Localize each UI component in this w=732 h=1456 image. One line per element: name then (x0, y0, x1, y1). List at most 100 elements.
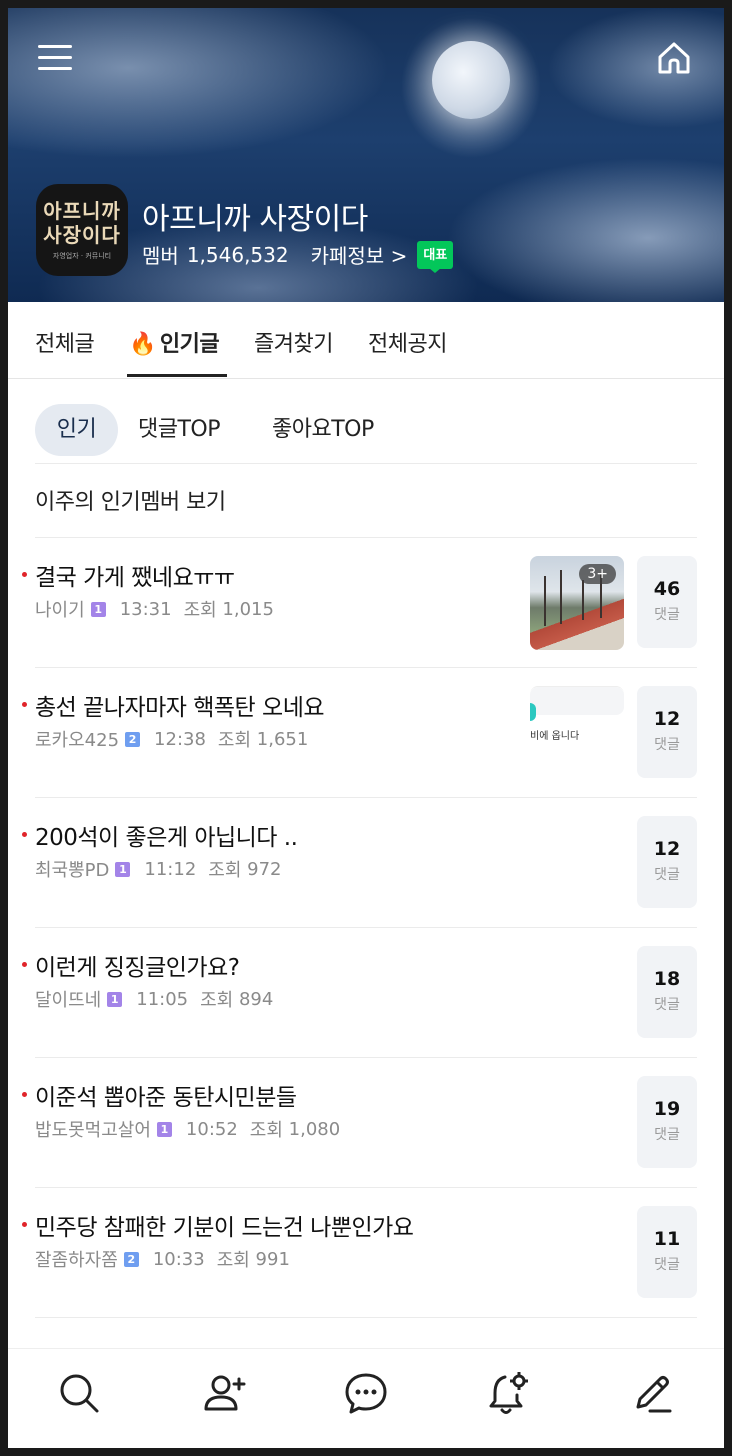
member-label: 멤버 (142, 244, 179, 268)
post-author: 나이기 (35, 600, 85, 621)
post-time: 10:52 (185, 1118, 238, 1140)
app-frame: 아프니까 사장이다 자영업자 · 커뮤니티 아프니까 사장이다 멤버 1,546… (8, 8, 724, 1448)
representative-badge: 대표 (417, 240, 454, 273)
post-meta: 잘좀하자쫌 2 10:33 조회 991 (35, 1246, 290, 1272)
tab-all-posts[interactable]: 전체글 (35, 326, 95, 358)
comment-count-box: 11 댓글 (637, 1206, 697, 1298)
comment-count-box: 46 댓글 (637, 556, 697, 648)
post-title: 200석이 좋은게 아닙니다 .. (35, 825, 298, 851)
post-author: 잘좀하자쫌 (35, 1250, 118, 1271)
moon-background-image (432, 41, 510, 119)
new-dot (22, 832, 27, 837)
post-meta: 밥도못먹고살어 1 10:52 조회 1,080 (35, 1116, 340, 1142)
post-title: 이런게 징징글인가요? (35, 955, 240, 981)
cafe-logo[interactable]: 아프니까 사장이다 자영업자 · 커뮤니티 (36, 184, 128, 276)
comment-label: 댓글 (654, 867, 680, 883)
post-row[interactable]: 200석이 좋은게 아닙니다 .. 최국뽕PD 1 11:12 조회 972 1… (8, 798, 724, 928)
comment-count: 46 (653, 578, 681, 600)
post-author: 로카오425 (35, 730, 120, 751)
divider (35, 463, 697, 464)
new-dot (22, 962, 27, 967)
comment-count: 12 (653, 838, 681, 860)
tab-popular[interactable]: 🔥 인기글 (129, 326, 220, 358)
post-views: 1,080 (288, 1118, 341, 1140)
view-label: 조회 (200, 990, 234, 1011)
chat-button[interactable] (342, 1369, 390, 1417)
pencil-icon (636, 1376, 672, 1413)
filter-popular[interactable]: 인기 (35, 404, 118, 456)
new-dot (22, 572, 27, 577)
view-label: 조회 (208, 860, 242, 881)
add-user-icon (204, 1375, 246, 1411)
home-button[interactable] (654, 38, 694, 78)
home-icon (658, 42, 690, 74)
invite-member-button[interactable] (201, 1369, 249, 1417)
write-button[interactable] (628, 1369, 676, 1417)
search-button[interactable] (55, 1369, 103, 1417)
fire-icon: 🔥 (129, 332, 156, 357)
comment-label: 댓글 (654, 1257, 680, 1273)
new-dot (22, 1222, 27, 1227)
post-views: 1,015 (222, 598, 274, 620)
post-row[interactable]: 민주당 참패한 기분이 드는건 나뿐인가요 잘좀하자쫌 2 10:33 조회 9… (8, 1188, 724, 1318)
post-meta: 나이기 1 13:31 조회 1,015 (35, 596, 274, 622)
logo-text-line1: 아프니까 (43, 199, 121, 223)
post-meta: 달이뜨네 1 11:05 조회 894 (35, 986, 273, 1012)
weekly-popular-members-link[interactable]: 이주의 인기멤버 보기 (35, 484, 226, 516)
cafe-meta: 멤버 1,546,532 카페정보 > 대표 (142, 240, 454, 273)
member-level-badge: 2 (125, 731, 141, 747)
active-tab-indicator (127, 374, 227, 377)
new-dot (22, 702, 27, 707)
chat-icon (345, 1373, 387, 1414)
bottom-navigation (8, 1348, 724, 1448)
member-level-badge: 1 (90, 601, 106, 617)
post-row[interactable]: 이준석 뽑아준 동탄시민분들 밥도못먹고살어 1 10:52 조회 1,080 … (8, 1058, 724, 1188)
comment-count-box: 12 댓글 (637, 816, 697, 908)
post-title: 결국 가게 쨌네요ㅠㅠ (35, 565, 235, 591)
post-time: 11:05 (136, 988, 189, 1010)
new-dot (22, 1092, 27, 1097)
view-label: 조회 (217, 730, 252, 751)
post-row[interactable]: 결국 가게 쨌네요ㅠㅠ 나이기 1 13:31 조회 1,015 3+ 46 댓… (8, 538, 724, 668)
bell-gear-icon (489, 1372, 528, 1414)
post-title: 총선 끝나자마자 핵폭탄 오네요 (35, 695, 325, 721)
comment-count: 19 (653, 1098, 681, 1120)
thumbnail-text: 비에 옵니다 (530, 731, 580, 742)
photo-count-badge: 3+ (579, 564, 616, 584)
post-time: 13:31 (119, 598, 172, 620)
comment-label: 댓글 (654, 997, 680, 1013)
post-views: 991 (255, 1248, 290, 1270)
comment-label: 댓글 (654, 1127, 680, 1143)
post-time: 12:38 (154, 728, 206, 750)
comment-label: 댓글 (654, 737, 680, 753)
post-meta: 로카오425 2 12:38 조회 1,651 (35, 726, 308, 752)
filter-likes-top[interactable]: 좋아요TOP (272, 404, 374, 456)
comment-count: 11 (653, 1228, 681, 1250)
post-views: 972 (247, 858, 282, 880)
view-label: 조회 (216, 1250, 250, 1271)
post-thumbnail: 3+ (530, 556, 624, 650)
comment-count-box: 18 댓글 (637, 946, 697, 1038)
member-level-badge: 1 (115, 861, 131, 877)
cafe-title: 아프니까 사장이다 (142, 202, 368, 237)
cafe-header-banner: 아프니까 사장이다 자영업자 · 커뮤니티 아프니까 사장이다 멤버 1,546… (8, 8, 724, 302)
member-level-badge: 2 (123, 1251, 139, 1267)
post-row[interactable]: 이런게 징징글인가요? 달이뜨네 1 11:05 조회 894 18 댓글 (8, 928, 724, 1058)
view-label: 조회 (183, 600, 217, 621)
cafe-info-link[interactable]: 카페정보 > (311, 240, 408, 269)
logo-subtext: 자영업자 · 커뮤니티 (52, 252, 112, 260)
post-row[interactable]: 총선 끝나자마자 핵폭탄 오네요 로카오425 2 12:38 조회 1,651… (8, 668, 724, 798)
view-label: 조회 (249, 1120, 283, 1141)
comment-count-box: 19 댓글 (637, 1076, 697, 1168)
search-icon (60, 1374, 99, 1413)
menu-button[interactable] (38, 43, 74, 73)
post-author: 밥도못먹고살어 (35, 1120, 151, 1141)
notification-settings-button[interactable] (485, 1369, 533, 1417)
divider (35, 1317, 697, 1318)
post-views: 894 (238, 988, 274, 1010)
filter-comments-top[interactable]: 댓글TOP (138, 404, 221, 456)
tab-favorites[interactable]: 즐겨찾기 (254, 326, 333, 358)
post-title: 이준석 뽑아준 동탄시민분들 (35, 1085, 297, 1111)
tab-all-notices[interactable]: 전체공지 (368, 326, 447, 358)
member-level-badge: 1 (156, 1121, 172, 1137)
